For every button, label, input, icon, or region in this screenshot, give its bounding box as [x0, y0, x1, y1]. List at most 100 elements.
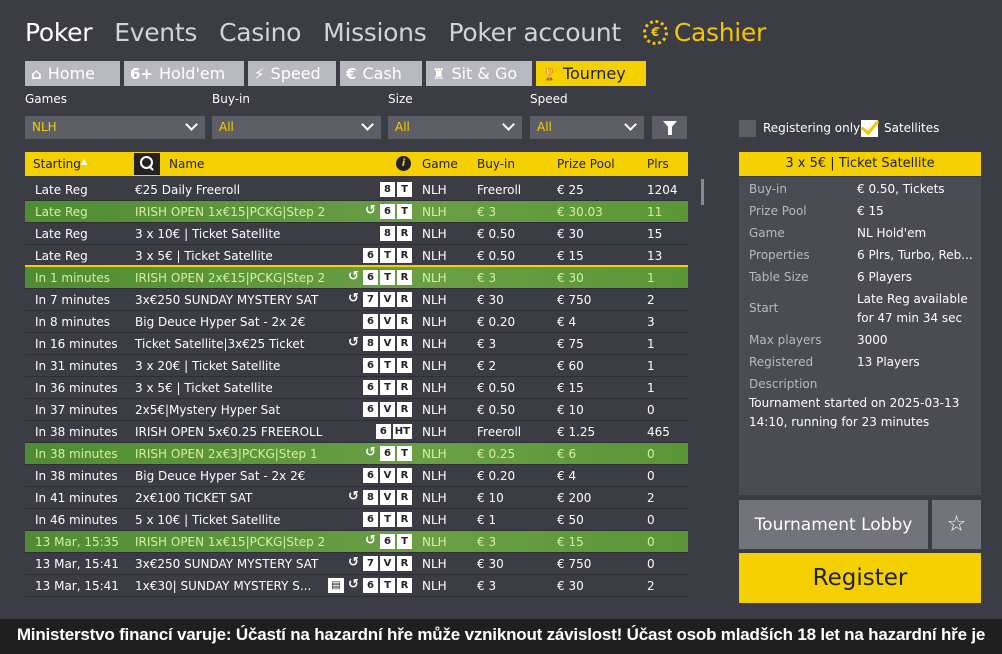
property-badge: R — [397, 292, 412, 307]
row-badges: 6TR — [361, 512, 412, 527]
favorite-star-button[interactable]: ☆ — [932, 500, 981, 549]
registering-only-checkbox[interactable] — [739, 120, 756, 137]
tab-label: Hold'em — [159, 64, 226, 83]
row-prize: € 75 — [557, 337, 584, 351]
nav-cashier-label: Cashier — [673, 17, 766, 47]
nav-casino[interactable]: Casino — [219, 18, 301, 47]
detail-description-value: Tournament started on 2025-03-13 14:10, … — [749, 396, 960, 429]
tab-speed[interactable]: ⚡ Speed — [248, 61, 336, 86]
property-badge: R — [397, 556, 412, 571]
search-icon[interactable] — [134, 153, 160, 175]
details-panel: Buy-in € 0.50, Tickets Prize Pool € 15 G… — [739, 177, 981, 495]
header-prize[interactable]: Prize Pool — [557, 157, 615, 171]
detail-max-value: 3000 — [857, 333, 888, 347]
nav-cashier[interactable]: € Cashier — [642, 17, 766, 47]
registering-only-label: Registering only — [763, 121, 861, 135]
tournament-list: Late Reg €25 Daily Freeroll NLH Freeroll € 2… — [25, 179, 688, 597]
tab-cash[interactable]: € Cash — [340, 61, 422, 86]
tab-home[interactable]: ⌂ Home — [25, 61, 120, 86]
row-buyin: Freeroll — [477, 425, 522, 439]
table-row[interactable]: In 38 minutes Big Deuce Hyper Sat - 2x 2€… — [25, 465, 688, 487]
row-prize: € 1.25 — [557, 425, 596, 439]
row-prize: € 200 — [557, 491, 592, 505]
row-buyin: Freeroll — [477, 183, 522, 197]
register-button[interactable]: Register — [739, 553, 981, 603]
row-buyin: € 3 — [477, 205, 497, 219]
header-game[interactable]: Game — [422, 157, 458, 171]
row-prize: € 15 — [557, 249, 584, 263]
table-row[interactable]: In 7 minutes 3x€250 SUNDAY MYSTERY SAT NLH… — [25, 289, 688, 311]
table-row[interactable]: In 1 minutes IRISH OPEN 2x€15|PCKG|Step 2… — [25, 267, 688, 289]
property-badge: R — [397, 490, 412, 505]
row-game: NLH — [422, 227, 447, 241]
property-badge: R — [397, 226, 412, 241]
table-row[interactable]: In 8 minutes Big Deuce Hyper Sat - 2x 2€ N… — [25, 311, 688, 333]
nav-poker-account[interactable]: Poker account — [448, 18, 621, 47]
satellites-checkbox[interactable] — [861, 120, 878, 137]
speed-label: Speed — [530, 92, 568, 106]
table-row[interactable]: In 37 minutes 2x5€|Mystery Hyper Sat NLH € … — [25, 399, 688, 421]
buyin-value: All — [219, 120, 234, 134]
table-row[interactable]: In 36 minutes 3 x 5€ | Ticket Satellite NL… — [25, 377, 688, 399]
property-badge: T — [397, 204, 412, 219]
euro-icon: € — [346, 64, 357, 83]
table-row[interactable]: 13 Mar, 15:41 3x€250 SUNDAY MYSTERY SAT NL… — [25, 553, 688, 575]
tab-sit-go[interactable]: ♜ Sit & Go — [426, 61, 532, 86]
row-buyin: € 3 — [477, 535, 497, 549]
rebuy-arrow-icon: ↺ — [365, 533, 376, 548]
row-start: In 46 minutes — [35, 513, 118, 527]
nav-events[interactable]: Events — [114, 18, 197, 47]
table-row[interactable]: 13 Mar, 15:35 IRISH OPEN 1x€15|PCKG|Step … — [25, 531, 688, 553]
row-start: In 1 minutes — [35, 271, 110, 285]
row-badges: ↺ 7 V R — [344, 556, 412, 571]
filter-button[interactable] — [652, 116, 687, 139]
table-row[interactable]: In 16 minutes Ticket Satellite|3x€25 Tick… — [25, 333, 688, 355]
buyin-select[interactable]: All — [212, 116, 381, 139]
chess-rook-icon: ♜ — [432, 64, 446, 83]
property-badge: 8 — [363, 490, 378, 505]
header-buyin[interactable]: Buy-in — [477, 157, 515, 171]
tab-tourney[interactable]: 🏆 Tourney — [536, 61, 646, 86]
row-prize: € 25 — [557, 183, 584, 197]
speed-select[interactable]: All — [530, 116, 644, 139]
row-prize: € 15 — [557, 535, 584, 549]
scrollbar[interactable] — [701, 179, 704, 205]
row-start: In 16 minutes — [35, 337, 118, 351]
row-buyin: € 0.50 — [477, 227, 516, 241]
info-icon[interactable]: i — [396, 156, 411, 171]
row-game: NLH — [422, 359, 447, 373]
detail-prize-value: € 15 — [857, 204, 884, 218]
nav-poker[interactable]: Poker — [25, 18, 93, 47]
table-row[interactable]: Late Reg €25 Daily Freeroll NLH Freeroll € 2… — [25, 179, 688, 201]
games-select[interactable]: NLH — [25, 116, 205, 139]
row-prize: € 60 — [557, 359, 584, 373]
table-row[interactable]: Late Reg IRISH OPEN 1x€15|PCKG|Step 2 NLH €… — [25, 201, 688, 223]
header-starting[interactable]: Starting — [33, 157, 81, 171]
row-prize: € 10 — [557, 403, 584, 417]
table-row[interactable]: 13 Mar, 15:41 1x€30| SUNDAY MYSTERY S... N… — [25, 575, 688, 597]
table-row[interactable]: In 31 minutes 3 x 20€ | Ticket Satellite N… — [25, 355, 688, 377]
size-select[interactable]: All — [388, 116, 522, 139]
tab-holdem[interactable]: 6+ Hold'em — [124, 61, 244, 86]
property-badge: 6 — [363, 402, 378, 417]
header-name[interactable]: Name — [169, 157, 204, 171]
detail-prize-key: Prize Pool — [749, 204, 807, 218]
row-start: In 37 minutes — [35, 403, 118, 417]
row-game: NLH — [422, 337, 447, 351]
table-row[interactable]: Late Reg 3 x 5€ | Ticket Satellite NLH € 0.… — [25, 245, 688, 267]
tab-label: Home — [47, 64, 95, 83]
row-game: NLH — [422, 469, 447, 483]
detail-props-value: 6 Plrs, Turbo, Reb... — [857, 248, 973, 262]
table-row[interactable]: In 38 minutes IRISH OPEN 2x€3|PCKG|Step 1… — [25, 443, 688, 465]
table-row[interactable]: Late Reg 3 x 10€ | Ticket Satellite NLH € 0… — [25, 223, 688, 245]
row-prize: € 50 — [557, 513, 584, 527]
tournament-lobby-button[interactable]: Tournament Lobby — [739, 500, 928, 549]
table-row[interactable]: In 38 minutes IRISH OPEN 5x€0.25 FREEROLL… — [25, 421, 688, 443]
row-badges: ↺ 6 T — [361, 204, 412, 219]
nav-missions[interactable]: Missions — [323, 18, 427, 47]
table-row[interactable]: In 41 minutes 2x€100 TICKET SAT NLH € 10 € 2… — [25, 487, 688, 509]
rebuy-arrow-icon: ↺ — [348, 555, 359, 570]
row-badges: ↺ 8 V R — [344, 490, 412, 505]
header-plrs[interactable]: Plrs — [647, 157, 669, 171]
table-row[interactable]: In 46 minutes 5 x 10€ | Ticket Satellite N… — [25, 509, 688, 531]
